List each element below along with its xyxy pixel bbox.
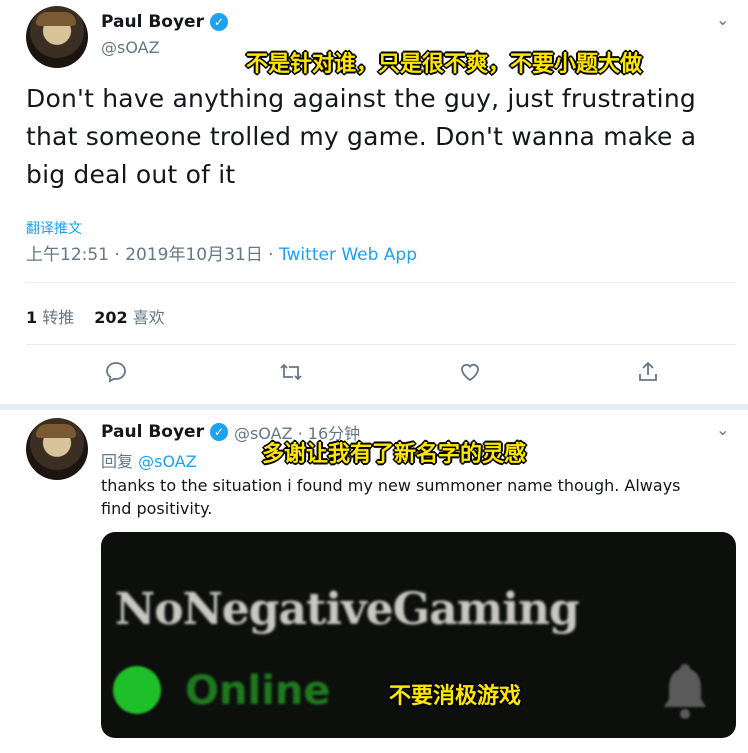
tweet-actions [26, 360, 726, 392]
author-handle[interactable]: @sOAZ [101, 38, 160, 57]
author-name[interactable]: Paul Boyer [101, 12, 204, 32]
verified-badge-icon: ✓ [209, 13, 228, 31]
retweet-stat-label: 转推 [42, 308, 75, 327]
reply-text: thanks to the situation i found my new s… [101, 476, 681, 518]
reply-author-avatar[interactable] [26, 418, 88, 480]
retweet-stat[interactable]: 1 转推 [26, 304, 74, 328]
tweet-caption: 不是针对谁，只是很不爽，不要小题大做 [246, 52, 643, 77]
like-stat[interactable]: 202 喜欢 [94, 304, 165, 328]
share-icon[interactable] [636, 360, 660, 390]
reply-icon[interactable] [104, 360, 128, 390]
tweet-meta: 上午12:51 · 2019年10月31日 · Twitter Web App [26, 240, 417, 265]
reply-caption: 多谢让我有了新名字的灵感 [262, 442, 527, 467]
bell-icon [661, 660, 709, 724]
heart-icon[interactable] [458, 360, 482, 390]
tweet-source[interactable]: Twitter Web App [279, 245, 417, 265]
like-count: 202 [94, 308, 128, 327]
online-status: Online [185, 668, 331, 714]
translate-tweet-link[interactable]: 翻译推文 [26, 218, 82, 238]
summoner-name: NoNegativeGaming [115, 584, 580, 635]
retweet-count: 1 [26, 308, 38, 327]
section-separator [0, 404, 748, 410]
summoner-card-image[interactable]: NoNegativeGaming Online 不要消极游戏 [101, 532, 736, 738]
card-caption: 不要消极游戏 [389, 684, 522, 709]
author-avatar[interactable] [26, 6, 88, 68]
tweet-stats: 1 转推 202 喜欢 [26, 304, 165, 328]
reply-to-line: 回复 @sOAZ [101, 448, 197, 472]
tweet-author[interactable]: Paul Boyer ✓ [101, 12, 228, 32]
reply-prefix: 回复 [101, 452, 134, 471]
reply-author-name[interactable]: Paul Boyer [101, 422, 204, 442]
divider [26, 344, 736, 345]
reply-to-handle[interactable]: @sOAZ [138, 452, 197, 471]
tweet-text: Don't have anything against the guy, jus… [26, 84, 697, 189]
divider [26, 282, 736, 283]
chevron-down-icon[interactable]: ⌄ [716, 420, 729, 439]
chevron-down-icon[interactable]: ⌄ [716, 10, 729, 29]
verified-badge-icon: ✓ [209, 423, 228, 441]
online-status-dot [113, 666, 161, 714]
timestamp[interactable]: 上午12:51 · 2019年10月31日 · [26, 245, 279, 265]
retweet-icon[interactable] [278, 360, 304, 390]
like-stat-label: 喜欢 [132, 308, 165, 327]
